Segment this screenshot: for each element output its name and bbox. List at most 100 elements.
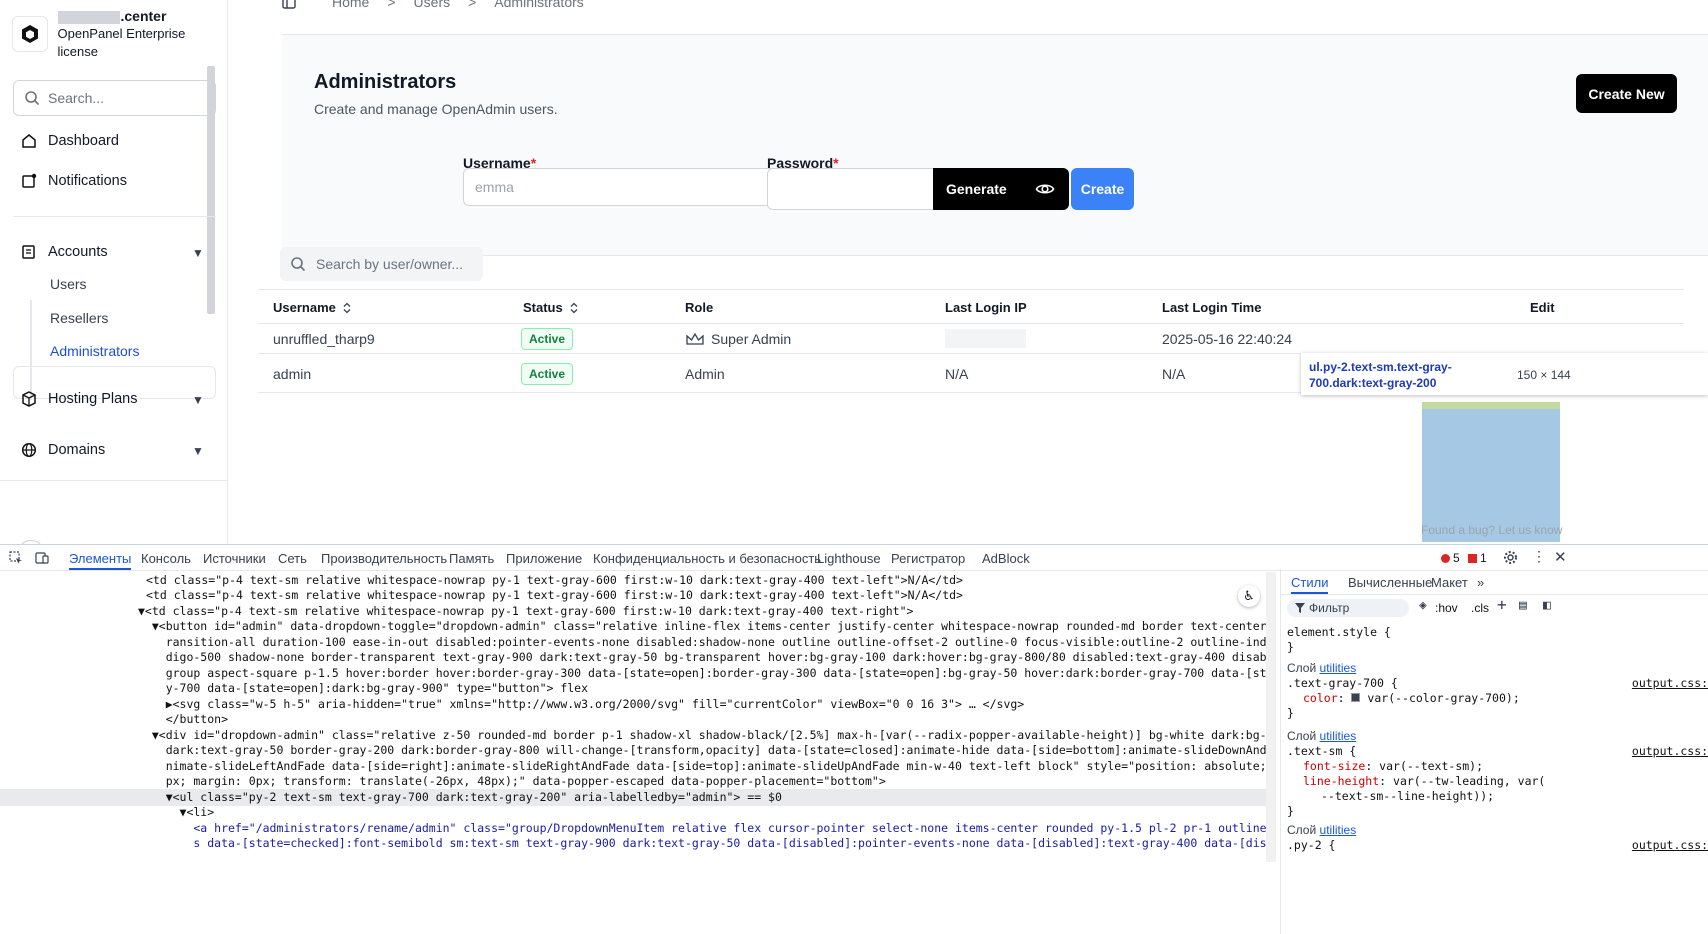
paint-icon[interactable]: ▤	[1519, 598, 1527, 613]
rule-declaration[interactable]: font-size: var(--text-sm);	[1287, 759, 1587, 774]
tab-lighthouse[interactable]: Lighthouse	[817, 551, 881, 566]
create-new-button[interactable]: Create New	[1576, 74, 1677, 113]
rule-selector[interactable]: .py-2 {	[1287, 838, 1335, 852]
sidebar-pane-icon[interactable]: ◧	[1543, 598, 1551, 613]
chevron-down-icon[interactable]: ▼	[192, 444, 204, 458]
source-link[interactable]: output.css:1	[1632, 838, 1708, 853]
tab-performance[interactable]: Производительность	[321, 551, 447, 566]
create-button[interactable]: Create	[1071, 168, 1134, 210]
error-count[interactable]: 5	[1441, 551, 1460, 565]
sidebar-item-label: Accounts	[48, 244, 108, 260]
tab-computed[interactable]: Вычисленные	[1348, 575, 1432, 590]
table-search-input[interactable]: Search by user/owner...	[280, 247, 483, 281]
source-link[interactable]: output.css:1	[1632, 744, 1708, 759]
tab-recorder[interactable]: Регистратор	[891, 551, 965, 566]
sidebar-search-input[interactable]: Search...	[13, 80, 216, 116]
tab-console[interactable]: Консоль	[141, 551, 191, 566]
search-icon	[25, 91, 40, 106]
username-input[interactable]: emma	[463, 168, 779, 206]
rule-declaration[interactable]: line-height: var(--tw-leading, var(	[1287, 774, 1587, 789]
dom-line[interactable]: <td class="p-4 text-sm relative whitespa…	[146, 587, 1270, 604]
notification-icon	[22, 173, 37, 188]
add-rule-icon[interactable]: +	[1497, 597, 1507, 613]
breadcrumb-users[interactable]: Users	[414, 0, 451, 10]
layer-link[interactable]: utilities	[1320, 729, 1357, 743]
column-header-status[interactable]: Status	[523, 300, 579, 315]
settings-gear-icon[interactable]	[1503, 550, 1518, 565]
styles-filter-input[interactable]: Фильтр	[1287, 599, 1409, 617]
sidebar-item-hosting-plans[interactable]: Hosting Plans	[21, 391, 137, 407]
dom-line[interactable]: ▼<li>	[138, 804, 1270, 821]
dom-scrollbar[interactable]	[1266, 572, 1276, 862]
password-input[interactable]	[767, 168, 949, 210]
inspector-dimensions: 150 × 144	[1517, 368, 1571, 382]
issue-count[interactable]: 1	[1468, 551, 1487, 565]
sidebar-item-dashboard[interactable]: Dashboard	[21, 133, 119, 149]
brand[interactable]: .center OpenPanel Enterprise license	[12, 8, 227, 59]
color-swatch[interactable]	[1351, 693, 1361, 702]
element-highlight-padding	[1422, 402, 1560, 409]
tab-styles[interactable]: Стили	[1291, 575, 1329, 594]
dom-line[interactable]: s data-[state=checked]:font-semibold sm:…	[138, 835, 1270, 852]
divider	[13, 216, 216, 217]
device-toolbar-icon[interactable]	[35, 551, 49, 565]
layer-link[interactable]: utilities	[1320, 661, 1357, 675]
issue-count-value: 1	[1480, 551, 1487, 565]
tab-network[interactable]: Сеть	[278, 551, 307, 566]
sidebar-item-notifications[interactable]: Notifications	[21, 173, 127, 189]
layer-label: Слой utilities	[1287, 729, 1587, 744]
cell-last-time: 2025-05-16 22:40:24	[1162, 331, 1292, 347]
chevron-down-icon[interactable]: ▼	[192, 393, 204, 407]
layers-icon[interactable]: ◈	[1419, 598, 1427, 613]
inspect-element-icon[interactable]	[9, 551, 23, 565]
error-count-value: 5	[1453, 551, 1460, 565]
tab-more[interactable]: »	[1477, 575, 1484, 590]
breadcrumb-home[interactable]: Home	[332, 0, 369, 10]
sidebar-subitem-administrators[interactable]: Administrators	[50, 343, 139, 359]
close-icon[interactable]: ✕	[1554, 548, 1567, 566]
tab-layout[interactable]: Макет	[1431, 575, 1468, 590]
crown-icon	[686, 332, 704, 345]
tab-privacy-security[interactable]: Конфиденциальность и безопасность	[593, 551, 821, 566]
inspector-tooltip: ul.py-2.text-sm.text-gray-700.dark:text-…	[1301, 353, 1708, 395]
rule-selector[interactable]: .text-sm {	[1287, 744, 1356, 758]
rule-selector[interactable]: .text-gray-700 {	[1287, 676, 1398, 690]
tab-sources[interactable]: Источники	[203, 551, 266, 566]
column-header-username[interactable]: Username	[273, 300, 352, 315]
sidebar-item-accounts[interactable]: Accounts	[21, 244, 108, 260]
cell-username: unruffled_tharp9	[273, 331, 375, 347]
tab-memory[interactable]: Память	[449, 551, 494, 566]
dom-line[interactable]: y-700 data-[state=open]:dark:bg-gray-900…	[138, 680, 1270, 697]
eye-icon[interactable]	[1035, 179, 1055, 199]
layer-link[interactable]: utilities	[1320, 823, 1357, 837]
tab-application[interactable]: Приложение	[506, 551, 582, 566]
globe-icon	[21, 442, 37, 458]
dom-line[interactable]: dark:text-gray-50 border-gray-200 dark:b…	[138, 742, 1270, 759]
bug-report-link[interactable]: Found a bug? Let us know	[1421, 523, 1562, 537]
more-options-icon[interactable]: ⋮	[1532, 548, 1546, 565]
cell-role-text: Super Admin	[711, 331, 792, 347]
source-link[interactable]: output.css:1	[1632, 676, 1708, 691]
sidebar-subitem-users[interactable]: Users	[50, 276, 87, 292]
accessibility-icon[interactable]: ♿	[1238, 585, 1260, 607]
cell-last-ip: N/A	[945, 366, 969, 382]
sidebar-toggle-icon[interactable]	[282, 0, 296, 9]
sidebar-item-domains[interactable]: Domains	[21, 442, 105, 458]
hov-toggle[interactable]: :hov	[1435, 601, 1458, 616]
tab-adblock[interactable]: AdBlock	[982, 551, 1030, 566]
filter-placeholder: Фильтр	[1309, 601, 1350, 615]
rule-selector[interactable]: element.style {	[1287, 625, 1587, 640]
tab-elements[interactable]: Элементы	[69, 551, 132, 570]
sidebar-subitem-resellers[interactable]: Resellers	[50, 310, 108, 326]
dom-line[interactable]: px; margin: 0px; transform: translate(-2…	[138, 773, 1270, 790]
cls-toggle[interactable]: .cls	[1471, 601, 1489, 616]
dom-line[interactable]: </button>	[138, 711, 1270, 728]
property-name: line-height	[1303, 774, 1380, 788]
property-value: var(--text-sm);	[1379, 759, 1484, 773]
cell-role: Admin	[685, 366, 725, 382]
dom-line[interactable]: ▼<button id="admin" data-dropdown-toggle…	[138, 618, 1270, 635]
chevron-down-icon[interactable]: ▼	[192, 246, 204, 260]
generate-button[interactable]: Generate	[933, 168, 1069, 210]
rule-declaration[interactable]: color: var(--color-gray-700);	[1287, 691, 1587, 706]
dom-line[interactable]: digo-500 shadow-none border-transparent …	[138, 649, 1270, 666]
